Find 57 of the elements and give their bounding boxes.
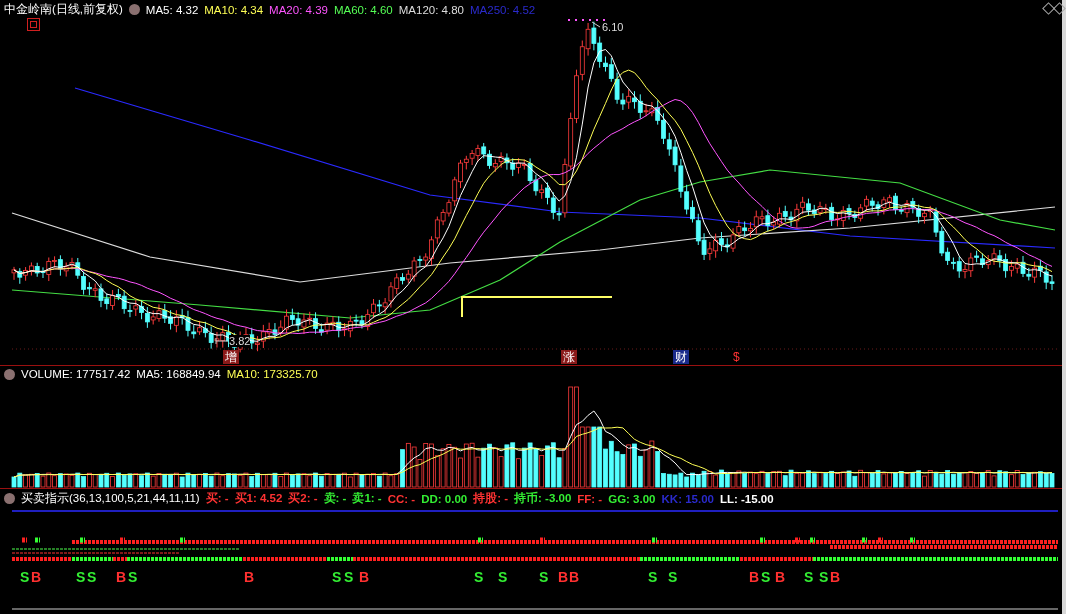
signal-letter: S: [761, 569, 771, 585]
signal-letter: S: [344, 569, 354, 585]
signal-letter: B: [244, 569, 255, 585]
indicator-reading: 卖: -: [323, 491, 347, 506]
signal-letter: S: [20, 569, 30, 585]
signal-letter: S: [539, 569, 549, 585]
chart-title: 中金岭南(日线,前复权): [4, 2, 123, 17]
indicator-reading: FF: -: [577, 492, 603, 505]
signal-letter: S: [76, 569, 86, 585]
signal-letter: S: [474, 569, 484, 585]
indicator-reading: 卖1: -: [352, 491, 382, 506]
indicator-reading: MA10: 173325.70: [226, 368, 318, 380]
dropdown-icon[interactable]: [4, 493, 15, 504]
indicator-reading: GG: 3.00: [608, 492, 656, 505]
indicator-reading: KK: 15.00: [661, 492, 714, 505]
indicator-reading: MA5: 168849.94: [136, 368, 221, 380]
signal-letter: S: [804, 569, 814, 585]
signal-letter: B: [116, 569, 127, 585]
indicator-reading: MA10: 4.34: [204, 3, 264, 16]
signal-letter: S: [332, 569, 342, 585]
event-marker[interactable]: 涨: [561, 350, 577, 364]
indicator-reading: 买1: 4.52: [234, 491, 283, 506]
signal-letter: B: [775, 569, 786, 585]
indicator-reading: MA5: 4.32: [145, 3, 199, 16]
indicator-reading: MA250: 4.52: [470, 3, 536, 16]
indicator-reading: VOLUME: 177517.42: [21, 368, 131, 380]
indicator-reading: MA20: 4.39: [269, 3, 328, 16]
signal-letter: B: [569, 569, 580, 585]
signal-letter: S: [648, 569, 658, 585]
signal-letter: B: [749, 569, 760, 585]
event-marker[interactable]: $: [731, 350, 742, 364]
signal-letter: B: [830, 569, 841, 585]
high-price-label: 6.10: [602, 21, 624, 33]
signal-letter: B: [558, 569, 569, 585]
indicator-reading: 买: -: [205, 491, 229, 506]
indicator-reading: 持币: -3.00: [514, 491, 572, 506]
indicator-reading: MA120: 4.80: [398, 3, 464, 16]
signal-letter: S: [128, 569, 138, 585]
signal-letter: S: [819, 569, 829, 585]
event-marker[interactable]: 增: [223, 350, 239, 364]
indicator-reading: DD: 0.00: [421, 492, 468, 505]
signal-letter: S: [668, 569, 678, 585]
event-marker[interactable]: 财: [673, 350, 689, 364]
indicator-reading: LL: -15.00: [719, 492, 774, 505]
signal-letter: B: [31, 569, 42, 585]
dropdown-icon[interactable]: [4, 368, 15, 380]
indicator-title: 买卖指示(36,13,100,5,21,44,11,11): [21, 491, 200, 506]
indicator-reading: 买2: -: [288, 491, 318, 506]
low-price-label: 3.82: [229, 335, 251, 347]
signal-letter: B: [359, 569, 370, 585]
signal-letter: S: [498, 569, 508, 585]
indicator-reading: MA60: 4.60: [333, 3, 393, 16]
signal-letter: S: [87, 569, 97, 585]
dropdown-icon[interactable]: [128, 4, 140, 15]
indicator-reading: 持股: -: [473, 491, 509, 506]
square-icon[interactable]: [27, 18, 40, 31]
indicator-reading: CC: -: [387, 492, 416, 505]
